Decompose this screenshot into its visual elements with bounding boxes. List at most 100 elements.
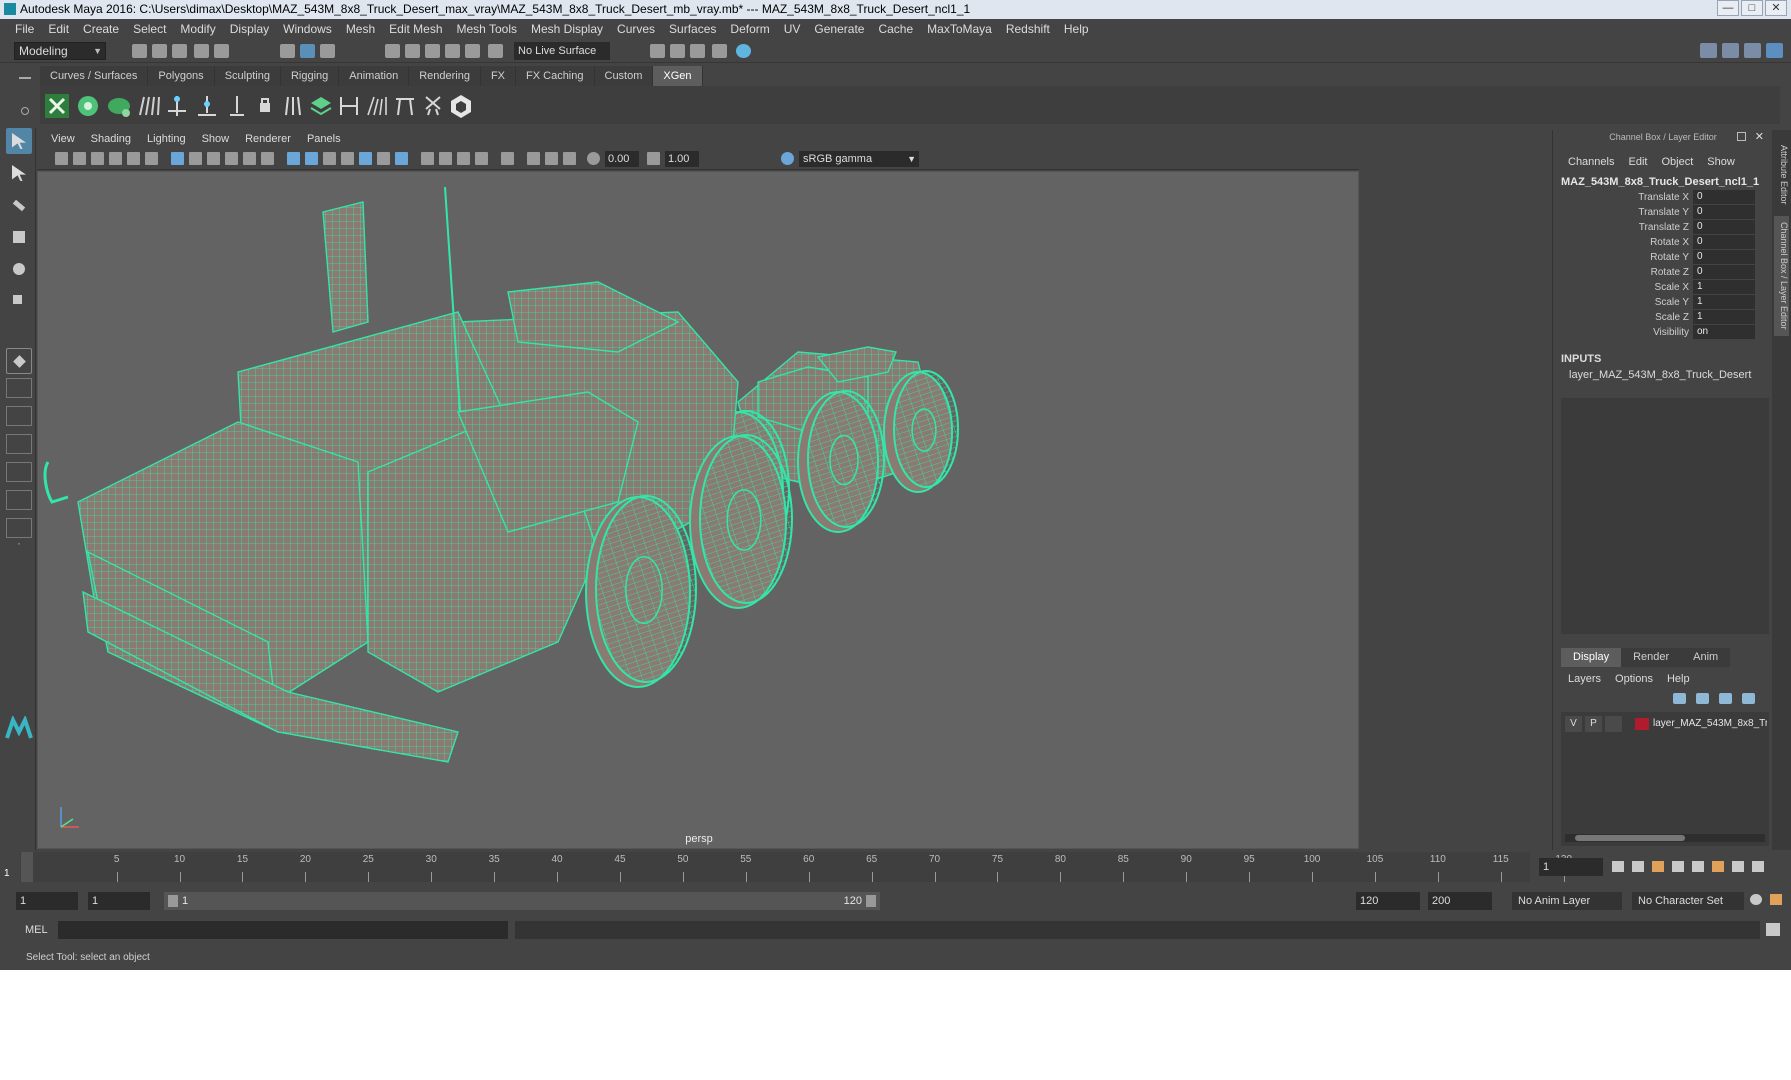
channel-box-menu-channels[interactable]: Channels xyxy=(1561,156,1621,168)
exposure-field[interactable]: 0.00 xyxy=(605,151,639,167)
shelf-tab-rigging[interactable]: Rigging xyxy=(280,66,340,86)
menu-edit-mesh[interactable]: Edit Mesh xyxy=(382,22,449,36)
xgen-bend-guide-icon[interactable] xyxy=(224,93,250,119)
animation-preferences-icon[interactable] xyxy=(1770,894,1782,905)
xgen-collection-icon[interactable] xyxy=(106,93,132,119)
attribute-editor-toggle-icon[interactable] xyxy=(1722,43,1739,58)
hypershade-layout-icon[interactable] xyxy=(6,490,32,510)
color-management-icon[interactable] xyxy=(781,152,794,165)
attr-value[interactable]: 1 xyxy=(1693,280,1755,294)
attr-scale-z[interactable]: Scale Z 1 xyxy=(1553,310,1773,325)
animation-end-field[interactable]: 200 xyxy=(1428,892,1492,910)
persp-outliner-layout-icon[interactable] xyxy=(6,434,32,454)
close-button[interactable]: ✕ xyxy=(1765,0,1787,16)
xgen-layers-icon[interactable] xyxy=(308,93,334,119)
selected-object-name[interactable]: MAZ_543M_8x8_Truck_Desert_ncl1_1 xyxy=(1561,176,1759,188)
animation-start-field[interactable]: 1 xyxy=(16,892,78,910)
view-transform-dropdown[interactable]: sRGB gamma ▼ xyxy=(799,151,919,167)
menu-create[interactable]: Create xyxy=(76,22,126,36)
current-frame-field[interactable]: 1 xyxy=(1539,858,1603,876)
select-component-icon[interactable] xyxy=(320,44,335,58)
step-back-key-icon[interactable] xyxy=(1652,861,1664,872)
single-pane-layout-icon[interactable] xyxy=(6,378,32,398)
range-start-handle[interactable] xyxy=(168,895,178,907)
layer-playback-toggle[interactable]: P xyxy=(1585,716,1602,732)
shelf-tab-fx[interactable]: FX xyxy=(480,66,517,86)
xgen-delete-icon[interactable] xyxy=(420,93,446,119)
character-set-dropdown[interactable]: No Character Set xyxy=(1632,892,1744,910)
xgen-brush-icon[interactable] xyxy=(364,93,390,119)
menu-cache[interactable]: Cache xyxy=(871,22,920,36)
attr-value[interactable]: 0 xyxy=(1693,205,1755,219)
script-editor-icon[interactable] xyxy=(1766,923,1780,936)
menu-mesh-display[interactable]: Mesh Display xyxy=(524,22,610,36)
last-tool-icon[interactable] xyxy=(6,348,32,374)
menu-modify[interactable]: Modify xyxy=(173,22,222,36)
attr-scale-x[interactable]: Scale X 1 xyxy=(1553,280,1773,295)
channel-box-side-tab[interactable]: Channel Box / Layer Editor xyxy=(1774,216,1789,336)
xgen-cube-icon[interactable] xyxy=(448,93,474,119)
snap-grid-icon[interactable] xyxy=(385,44,400,58)
lasso-tool-icon[interactable] xyxy=(6,160,32,186)
textured-icon[interactable] xyxy=(359,152,372,165)
xray-joints-icon[interactable] xyxy=(545,152,558,165)
menu-file[interactable]: File xyxy=(8,22,41,36)
channel-box-menu-show[interactable]: Show xyxy=(1700,156,1742,168)
menu-edit[interactable]: Edit xyxy=(41,22,76,36)
snap-live-icon[interactable] xyxy=(465,44,480,58)
custom-layout-icon[interactable] xyxy=(6,518,32,538)
viewport-menu-renderer[interactable]: Renderer xyxy=(237,133,299,145)
play-forwards-icon[interactable] xyxy=(1692,861,1704,872)
layer-visibility-toggle[interactable]: V xyxy=(1565,716,1582,732)
time-slider-track[interactable]: 5 10 15 20 25 30 35 40 45 50 55 60 65 70 75 80 85 90 95 100… xyxy=(20,852,1572,882)
gamma-field[interactable]: 1.00 xyxy=(665,151,699,167)
attr-value[interactable]: 1 xyxy=(1693,310,1755,324)
menu-mesh-tools[interactable]: Mesh Tools xyxy=(450,22,524,36)
viewport-menu-show[interactable]: Show xyxy=(194,133,238,145)
render-settings-icon[interactable] xyxy=(690,44,705,58)
xgen-guides-icon[interactable] xyxy=(136,93,162,119)
menu-generate[interactable]: Generate xyxy=(807,22,871,36)
viewport-menu-view[interactable]: View xyxy=(43,133,83,145)
shelf-settings-icon[interactable] xyxy=(21,107,29,115)
new-scene-icon[interactable] xyxy=(132,44,147,58)
attr-rotate-y[interactable]: Rotate Y 0 xyxy=(1553,250,1773,265)
viewport-menu-panels[interactable]: Panels xyxy=(299,133,349,145)
viewport-menu-lighting[interactable]: Lighting xyxy=(139,133,194,145)
wireframe-on-shaded-icon[interactable] xyxy=(341,152,354,165)
shadows-icon[interactable] xyxy=(395,152,408,165)
open-scene-icon[interactable] xyxy=(152,44,167,58)
move-tool-icon[interactable] xyxy=(6,224,32,250)
command-input[interactable] xyxy=(58,921,508,939)
menu-uv[interactable]: UV xyxy=(777,22,808,36)
layer-menu-help[interactable]: Help xyxy=(1660,673,1697,685)
menu-deform[interactable]: Deform xyxy=(723,22,776,36)
layer-display-type-toggle[interactable] xyxy=(1605,716,1622,732)
menu-maxtomaya[interactable]: MaxToMaya xyxy=(920,22,999,36)
menu-curves[interactable]: Curves xyxy=(610,22,662,36)
layer-tab-display[interactable]: Display xyxy=(1561,648,1622,667)
script-language-toggle[interactable]: MEL xyxy=(25,922,48,938)
move-layer-up-icon[interactable] xyxy=(1673,693,1686,704)
rotate-tool-icon[interactable] xyxy=(6,256,32,282)
xgen-window-icon[interactable] xyxy=(44,93,70,119)
range-end-handle[interactable] xyxy=(866,895,876,907)
xray-components-icon[interactable] xyxy=(563,152,576,165)
maximize-button[interactable]: □ xyxy=(1741,0,1763,16)
xgen-normalize-guide-icon[interactable] xyxy=(280,93,306,119)
snap-view-plane-icon[interactable] xyxy=(445,44,460,58)
select-object-icon[interactable] xyxy=(300,44,315,58)
channel-box-menu-edit[interactable]: Edit xyxy=(1621,156,1654,168)
play-backwards-icon[interactable] xyxy=(1672,861,1684,872)
step-forward-key-icon[interactable] xyxy=(1712,861,1724,872)
menu-redshift[interactable]: Redshift xyxy=(999,22,1057,36)
field-chart-icon[interactable] xyxy=(243,152,256,165)
screen-space-ao-icon[interactable] xyxy=(421,152,434,165)
hypershade-icon[interactable] xyxy=(712,44,727,58)
safe-action-icon[interactable] xyxy=(261,152,274,165)
attr-value[interactable]: 0 xyxy=(1693,220,1755,234)
menu-mesh[interactable]: Mesh xyxy=(339,22,382,36)
persp-graph-layout-icon[interactable] xyxy=(6,462,32,482)
camera-icon[interactable] xyxy=(55,152,68,165)
xgen-add-guide-icon[interactable] xyxy=(164,93,190,119)
